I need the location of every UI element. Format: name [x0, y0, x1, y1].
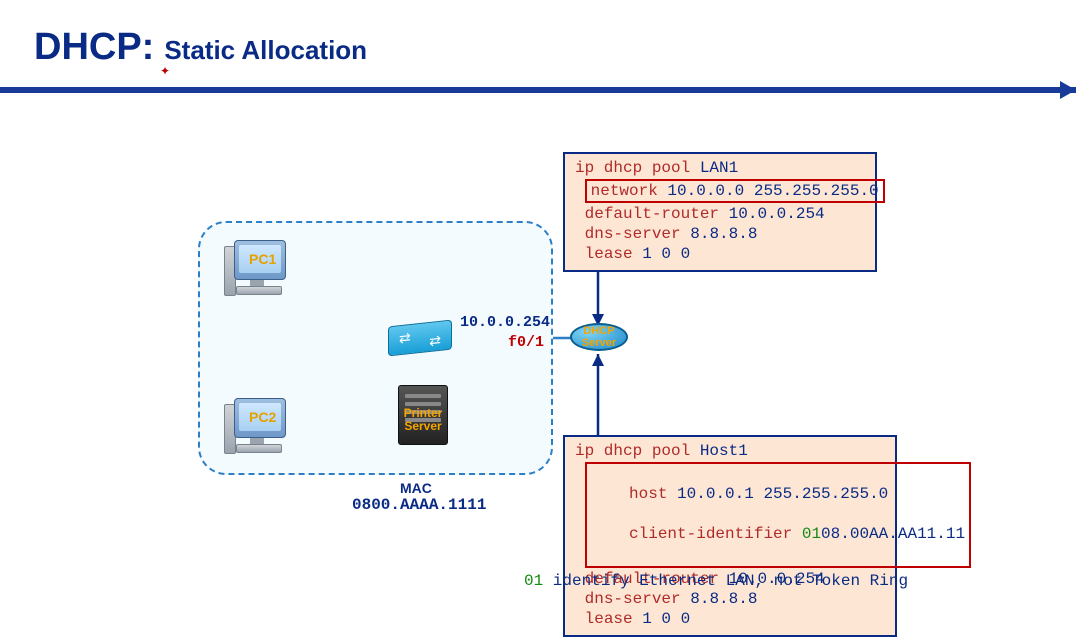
gateway-ip: 10.0.0.254	[460, 314, 550, 331]
pc2-icon: PC2	[228, 398, 286, 453]
config-box-lan1: ip dhcp pool LAN1 network 10.0.0.0 255.2…	[563, 152, 877, 272]
pc1-icon: PC1	[228, 240, 286, 295]
mac-title: MAC	[400, 480, 432, 496]
printer-server-icon: Printer Server	[398, 385, 448, 445]
title-sub: Static Allocation	[164, 35, 367, 66]
dhcp-server-label: DHCP Server	[568, 326, 630, 349]
title-main: DHCP:	[34, 26, 154, 69]
pc1-label: PC1	[249, 251, 276, 267]
cursor-icon: ✦	[160, 64, 172, 78]
interface-port: f0/1	[508, 334, 544, 351]
mac-value: 0800.AAAA.1111	[352, 496, 486, 514]
dhcp-server-icon: DHCP Server	[570, 323, 628, 357]
footnote: 01 identify Ethernet LAN, not Token Ring	[524, 572, 908, 590]
slide-title: DHCP: Static Allocation	[34, 26, 367, 69]
config-box-host1: ip dhcp pool Host1 host 10.0.0.1 255.255…	[563, 435, 897, 637]
title-underline	[0, 87, 1076, 93]
title-underline-arrow-icon	[1060, 81, 1076, 99]
pc2-label: PC2	[249, 409, 276, 425]
printer-server-label: Printer Server	[390, 407, 456, 432]
